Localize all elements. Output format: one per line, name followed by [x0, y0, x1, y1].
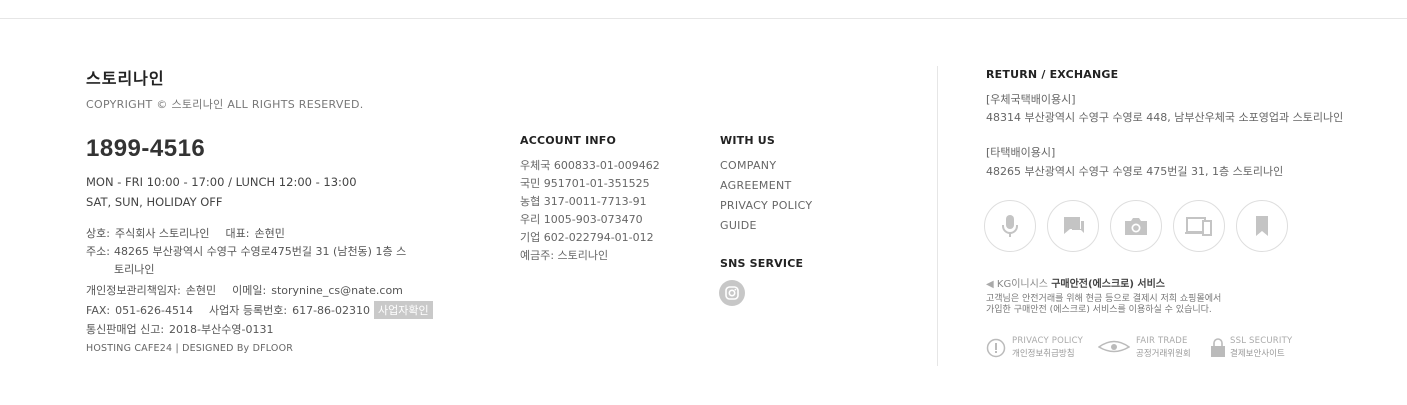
with-us-title: WITH US — [720, 134, 776, 147]
account-line: 국민 951701-01-351525 — [520, 177, 650, 190]
link-company[interactable]: COMPANY — [720, 159, 776, 172]
other-delivery-address: 48265 부산광역시 수영구 수영로 475번길 31, 1층 스토리나인 — [986, 165, 1284, 178]
other-delivery-label: [타택배이용시] — [986, 146, 1056, 159]
fair-trade-icon — [1098, 340, 1130, 353]
company-info-row: 상호: 주식회사 스토리나인 대표: 손현민 — [86, 225, 285, 241]
link-guide[interactable]: GUIDE — [720, 219, 757, 232]
address-row: 주소: 48265 부산광역시 수영구 수영로475번길 31 (남천동) 1층… — [86, 243, 416, 279]
sns-service-title: SNS SERVICE — [720, 257, 804, 270]
fax-value: 051-626-4514 — [115, 304, 194, 317]
footer-brand: 스토리나인 — [86, 69, 165, 88]
address-value: 48265 부산광역시 수영구 수영로475번길 31 (남천동) 1층 스토리… — [114, 245, 407, 276]
bizno-value: 617-86-02310 — [292, 304, 371, 317]
kg-service: 구매안전(에스크로) 서비스 — [1051, 279, 1166, 290]
email-label: 이메일: — [232, 284, 267, 297]
account-holder: 예금주: 스토리나인 — [520, 249, 609, 262]
cs-phone-number: 1899-4516 — [86, 135, 206, 162]
kg-desc-line: 가입한 구매안전 (에스크로) 서비스를 이용하실 수 있습니다. — [986, 305, 1212, 315]
business-hours-weekend: SAT, SUN, HOLIDAY OFF — [86, 195, 223, 209]
camera-icon[interactable] — [1110, 200, 1162, 252]
copyright-text: COPYRIGHT © 스토리나인 ALL RIGHTS RESERVED. — [86, 98, 364, 111]
email-value: storynine_cs@nate.com — [271, 284, 403, 297]
lock-icon — [1211, 338, 1225, 357]
return-exchange-title: RETURN / EXCHANGE — [986, 68, 1119, 81]
privacy-badge-ko: 개인정보취급방침 — [1012, 349, 1075, 359]
mail-order-value: 2018-부산수영-0131 — [169, 323, 274, 336]
fair-trade-ko: 공정거래위원회 — [1136, 349, 1191, 359]
mail-order-row: 통신판매업 신고: 2018-부산수영-0131 — [86, 321, 273, 337]
ssl-badge-ko: 결제보안사이트 — [1230, 349, 1285, 359]
kg-brand: KG이니시스 — [996, 279, 1048, 290]
ceo-label: 대표: — [225, 227, 250, 240]
company-value: 주식회사 스토리나인 — [114, 227, 210, 240]
kg-escrow-title: ◀ KG이니시스 구매안전(에스크로) 서비스 — [986, 275, 1165, 290]
link-agreement[interactable]: AGREEMENT — [720, 179, 792, 192]
privacy-badge-en: PRIVACY POLICY — [1012, 336, 1083, 346]
column-divider — [937, 66, 938, 366]
top-divider — [0, 18, 1407, 19]
account-line: 농협 317-0011-7713-91 — [520, 195, 647, 208]
mail-order-label: 통신판매업 신고: — [86, 323, 165, 336]
link-privacy-policy[interactable]: PRIVACY POLICY — [720, 199, 812, 212]
post-delivery-address: 48314 부산광역시 수영구 수영로 448, 남부산우체국 소포영업과 스토… — [986, 111, 1344, 124]
account-line: 우체국 600833-01-009462 — [520, 159, 660, 172]
instagram-icon[interactable] — [719, 280, 745, 306]
privacy-officer-value: 손현민 — [185, 284, 217, 297]
account-line: 기업 602-022794-01-012 — [520, 231, 654, 244]
account-line: 우리 1005-903-073470 — [520, 213, 643, 226]
microphone-icon[interactable] — [984, 200, 1036, 252]
fax-label: FAX: — [86, 304, 111, 317]
ssl-badge-en: SSL SECURITY — [1230, 336, 1293, 346]
privacy-officer-row: 개인정보관리책임자: 손현민 이메일: storynine_cs@nate.com — [86, 282, 403, 298]
business-hours-weekday: MON - FRI 10:00 - 17:00 / LUNCH 12:00 - … — [86, 175, 357, 189]
devices-icon[interactable] — [1173, 200, 1225, 252]
speaker-icon: ◀ — [986, 279, 994, 290]
ceo-value: 손현민 — [254, 227, 285, 240]
privacy-badge-icon — [986, 338, 1006, 358]
company-label: 상호: — [86, 227, 110, 240]
chat-icon[interactable] — [1047, 200, 1099, 252]
address-label: 주소: — [86, 245, 110, 258]
bookmark-icon[interactable] — [1236, 200, 1288, 252]
hosting-credit: HOSTING CAFE24 | DESIGNED By DFLOOR — [86, 343, 294, 354]
account-info-title: ACCOUNT INFO — [520, 134, 617, 147]
privacy-officer-label: 개인정보관리책임자: — [86, 284, 181, 297]
post-delivery-label: [우체국택배이용시] — [986, 93, 1076, 106]
bizno-label: 사업자 등록번호: — [209, 304, 288, 317]
fax-bizno-row: FAX: 051-626-4514 사업자 등록번호: 617-86-02310 사업자… — [86, 301, 433, 319]
fair-trade-en: FAIR TRADE — [1136, 336, 1188, 346]
business-check-button[interactable]: 사업자확인 — [374, 301, 433, 319]
